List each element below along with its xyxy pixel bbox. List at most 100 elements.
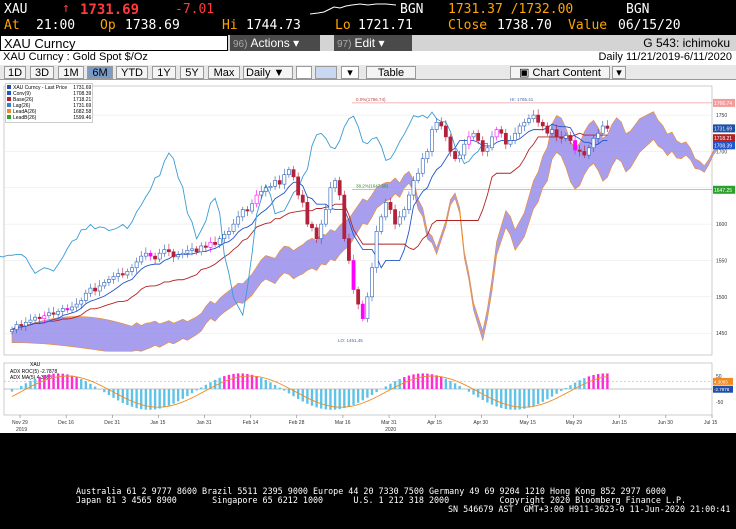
range-1y-button[interactable]: 1Y — [152, 66, 176, 79]
candle-body — [143, 252, 148, 257]
range-1d-button[interactable]: 1D — [4, 66, 26, 79]
range-ytd-button[interactable]: YTD — [116, 66, 148, 79]
candle-body — [457, 154, 462, 160]
high-label: Hi — [222, 18, 238, 33]
price-label-text: 1708.39 — [714, 143, 732, 149]
oscillator-bar — [121, 389, 124, 403]
blank-field-1[interactable] — [296, 66, 312, 79]
quote-bar: XAU ↑ 1731.69 -7.01 BGN 1731.37 /1732.00… — [0, 0, 736, 36]
oscillator-bar — [347, 389, 351, 407]
actions-number: 96) — [233, 39, 248, 50]
last-price: 1731.69 — [80, 2, 140, 18]
dropdown-chevron-icon[interactable]: ▾ — [341, 66, 359, 79]
candle-body — [319, 223, 324, 239]
candle-body — [180, 252, 185, 255]
oscillator-bar — [338, 389, 341, 410]
oscillator-bar — [504, 389, 508, 410]
footer: Australia 61 2 9777 8600 Brazil 5511 239… — [0, 433, 736, 529]
oscillator-bar — [93, 386, 97, 389]
oscillator-bar — [546, 389, 549, 400]
chart-content-button[interactable]: ▣ Chart Content — [510, 66, 610, 79]
candle-body — [600, 125, 605, 134]
candle-body — [213, 242, 217, 245]
oscillator-bar — [112, 389, 115, 398]
candle-body — [425, 151, 430, 160]
range-3d-button[interactable]: 3D — [30, 66, 54, 79]
actions-menu-button[interactable]: 96) Actions ▾ — [230, 35, 320, 51]
oscillator-bar — [435, 375, 438, 389]
candle-body — [217, 238, 222, 245]
x-tick-label: Feb 28 — [289, 420, 305, 426]
candle-body — [97, 285, 102, 292]
oscillator-bar — [555, 389, 558, 394]
candle-body — [356, 289, 361, 305]
oscillator-bar — [532, 389, 535, 407]
candle-body — [568, 135, 573, 141]
security-input[interactable]: XAU Curncy — [0, 35, 228, 51]
candle-body — [420, 158, 425, 174]
candle-body — [402, 209, 407, 218]
security-description: XAU Curncy : Gold Spot $/Oz — [3, 51, 148, 63]
oscillator-bar — [523, 389, 526, 409]
chart-toolbar: 1D 3D 1M 6M YTD 1Y 5Y Max Daily ▼ ▾ Tabl… — [0, 65, 736, 80]
candle-body — [531, 114, 536, 120]
chart-content-chevron-icon[interactable]: ▾ — [612, 66, 626, 79]
table-button[interactable]: Table — [366, 66, 416, 79]
candle-body — [503, 132, 508, 145]
candle-body — [314, 227, 319, 239]
candle-body — [93, 287, 97, 292]
oscillator-bar — [324, 389, 328, 410]
oscillator-bar — [352, 389, 355, 405]
oscillator-bar — [596, 374, 600, 389]
oscillator-bar — [70, 375, 74, 389]
low-label: Lo — [335, 18, 351, 33]
range-max-button[interactable]: Max — [208, 66, 240, 79]
candle-body — [14, 324, 19, 330]
range-1m-button[interactable]: 1M — [58, 66, 84, 79]
oscillator-bar — [412, 374, 415, 389]
candle-body — [10, 329, 14, 333]
candle-body — [577, 149, 582, 152]
oscillator-bar — [181, 389, 184, 399]
candle-body — [582, 151, 587, 156]
candle-body — [347, 238, 351, 261]
price-tick-label: 1450 — [716, 331, 727, 337]
oscillator-bar — [153, 389, 157, 410]
candle-body — [591, 138, 596, 149]
ticker-symbol: XAU — [4, 2, 28, 17]
source-label-2: BGN — [626, 2, 650, 17]
range-6m-button[interactable]: 6M — [87, 66, 113, 79]
candle-body — [79, 300, 84, 305]
value-label: Value — [568, 18, 608, 33]
range-5y-button[interactable]: 5Y — [180, 66, 204, 79]
oscillator-bar — [476, 389, 480, 398]
blank-field-2[interactable] — [315, 66, 337, 79]
candle-body — [587, 147, 591, 156]
candle-body — [268, 186, 273, 189]
oscillator-bar — [126, 389, 129, 405]
oscillator-bar — [467, 389, 471, 392]
oscillator-bar — [140, 389, 143, 410]
x-tick-label: Jan 15 — [150, 420, 165, 426]
x-tick-label: Dec 31 — [104, 420, 120, 426]
x-tick-label: Apr 30 — [473, 420, 488, 426]
candle-body — [550, 129, 554, 134]
edit-menu-button[interactable]: 97) Edit ▾ — [334, 35, 412, 51]
chart-area[interactable]: 14501500155016001650170017500.0%(1766.74… — [0, 80, 736, 433]
oscillator-bar — [204, 384, 208, 389]
at-label: At — [4, 18, 20, 33]
net-change: -7.01 — [175, 2, 215, 17]
price-tick-label: 1600 — [716, 222, 727, 228]
frequency-select[interactable]: Daily ▼ — [243, 66, 293, 79]
candle-body — [208, 242, 213, 248]
oscillator-bar — [310, 389, 314, 406]
close-label: Close — [448, 18, 488, 33]
candle-body — [60, 308, 65, 312]
chart-content-icon: ▣ — [519, 67, 533, 79]
oscillator-bar — [541, 389, 544, 402]
oscillator-bar — [384, 386, 388, 389]
candle-body — [605, 125, 610, 129]
oscillator-bar — [518, 389, 521, 410]
value-date: 06/15/20 — [618, 18, 681, 33]
price-label-text: 1731.69 — [714, 126, 732, 132]
